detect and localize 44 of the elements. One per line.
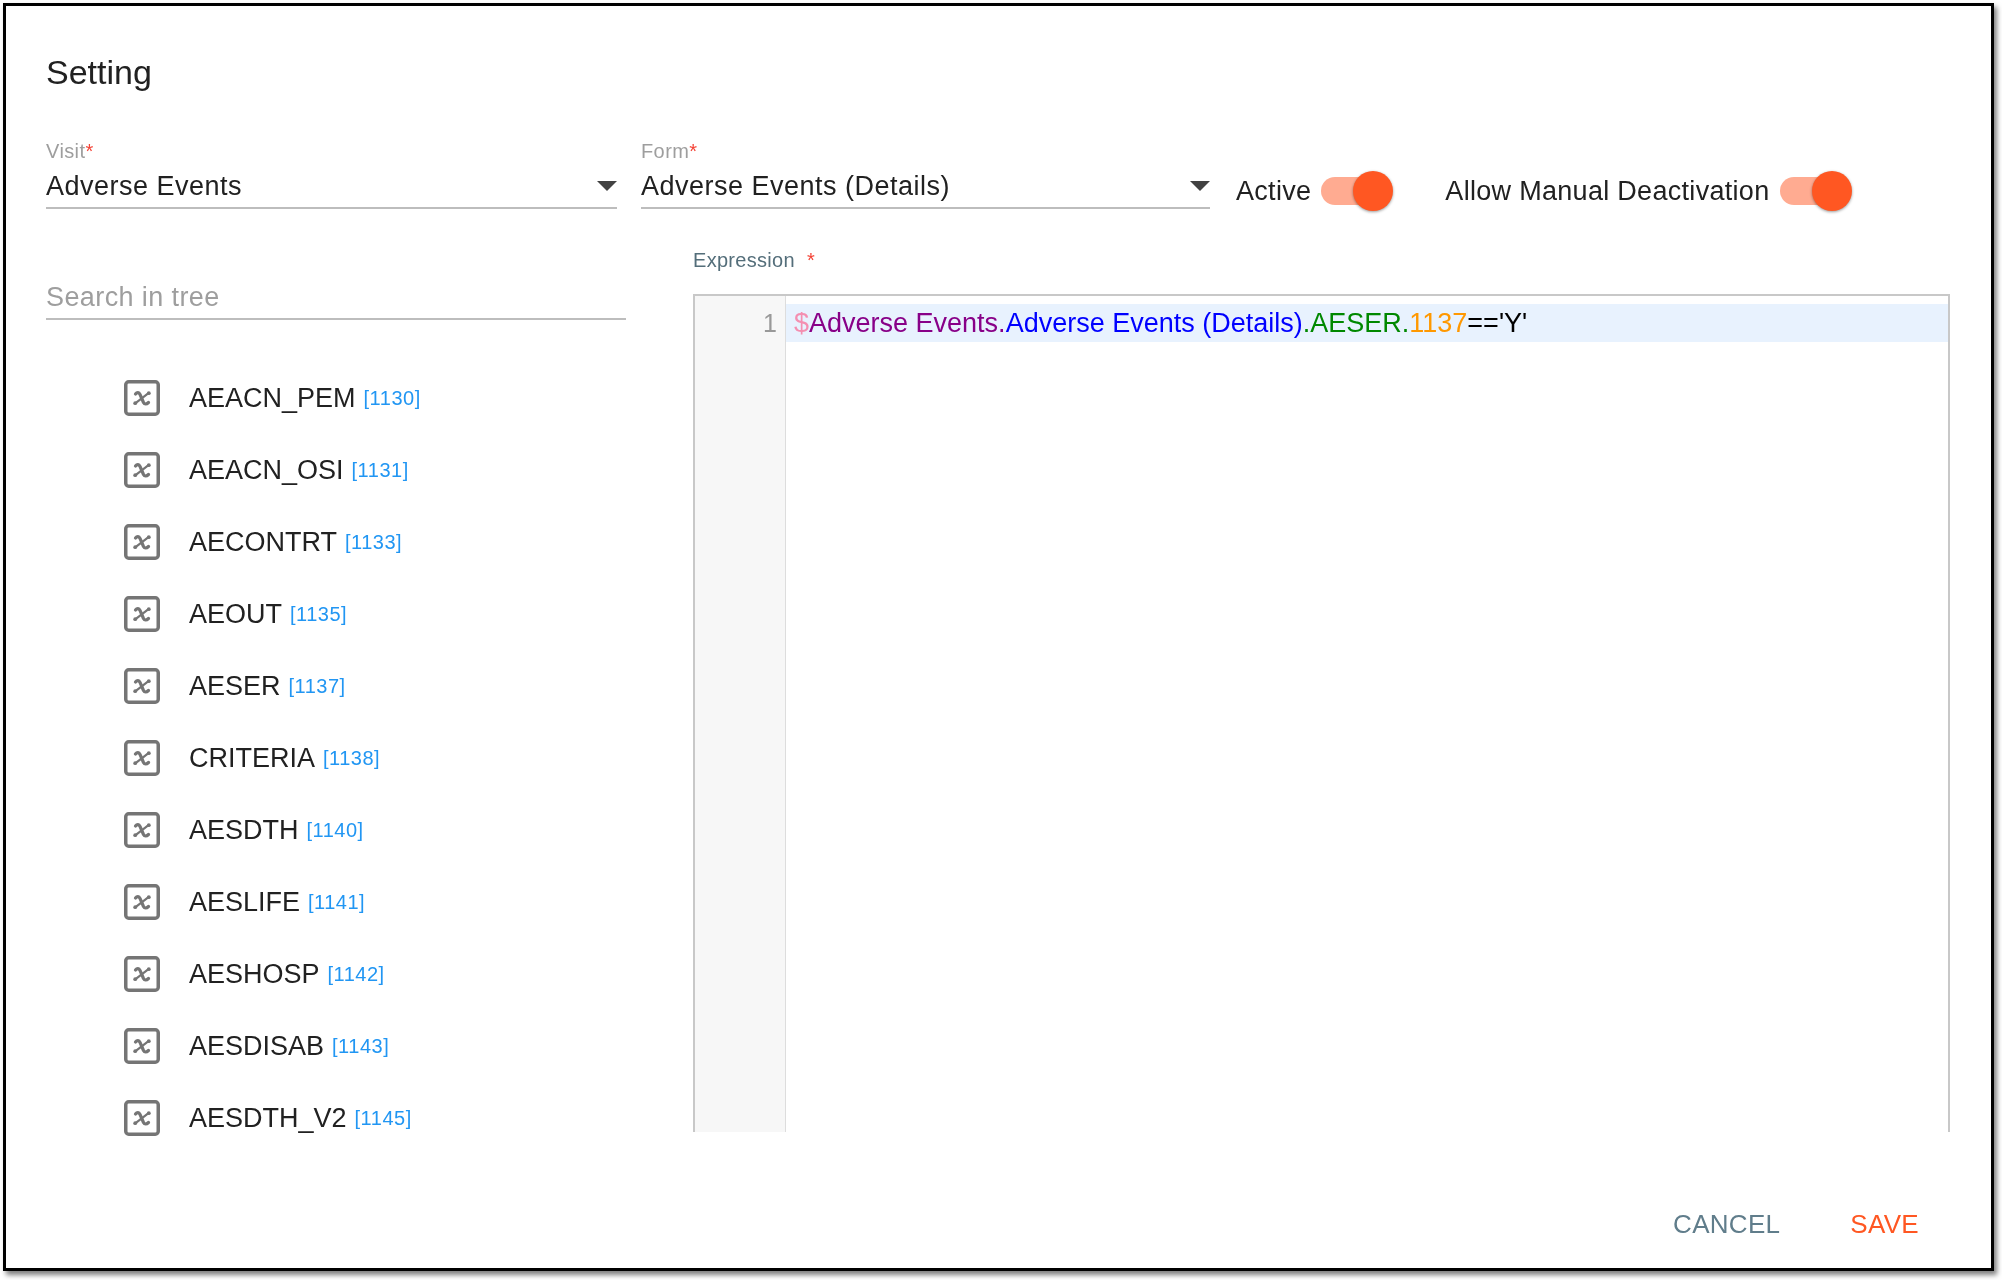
variable-icon	[124, 668, 160, 704]
variable-icon	[124, 740, 160, 776]
tree-item[interactable]: AESDISAB [1143]	[46, 1010, 626, 1082]
code-token: Adverse Events (Details)	[1005, 308, 1303, 338]
code-token: .AESER.	[1302, 308, 1410, 338]
tree-item[interactable]: CRITERIA [1138]	[46, 722, 626, 794]
tree-item[interactable]: AESDTH_V2 [1145]	[46, 1082, 626, 1154]
code-token: $	[794, 308, 810, 338]
tree-item[interactable]: AECONTRT [1133]	[46, 506, 626, 578]
caret-icon[interactable]	[1190, 181, 1210, 191]
toggle-switch[interactable]	[1321, 171, 1394, 211]
toggle-label: Active	[1236, 174, 1312, 208]
field-label: Form*	[641, 139, 699, 163]
variable-icon	[124, 884, 160, 920]
code-token: =='Y'	[1467, 308, 1528, 338]
code-editor[interactable]: 1 $Adverse Events.Adverse Events (Details).AESER.1137=='Y'	[693, 294, 1950, 1132]
search-field[interactable]: Search in tree	[46, 276, 626, 320]
tree-item[interactable]: AEACN_PEM [1130]	[46, 362, 626, 434]
select-field[interactable]: Adverse Events	[46, 165, 617, 209]
code-token: 1137	[1409, 308, 1468, 338]
dialog-title: Setting	[46, 52, 153, 92]
code-token: Adverse Events.	[809, 308, 1006, 338]
tree-item[interactable]: AESLIFE [1141]	[46, 866, 626, 938]
variable-icon	[124, 380, 160, 416]
tree-item[interactable]: AESER [1137]	[46, 650, 626, 722]
tree-item[interactable]: AEOUT [1135]	[46, 578, 626, 650]
select-field[interactable]: Adverse Events (Details)	[641, 165, 1210, 209]
toggle-switch[interactable]	[1779, 171, 1852, 211]
field-label: Expression *	[693, 248, 817, 272]
variable-icon	[124, 812, 160, 848]
variable-icon	[124, 524, 160, 560]
variable-icon	[124, 956, 160, 992]
cancel-button[interactable]: CANCEL	[1657, 1200, 1797, 1248]
tree-item[interactable]: AESHOSP [1142]	[46, 938, 626, 1010]
variable-icon	[124, 596, 160, 632]
variable-icon	[124, 1028, 160, 1064]
tree-item[interactable]: AEACN_OSI [1131]	[46, 434, 626, 506]
tree-item[interactable]: AESDTH [1140]	[46, 794, 626, 866]
field-label: Visit*	[46, 139, 95, 163]
line-number: 1	[762, 308, 778, 339]
variable-icon	[124, 1100, 160, 1136]
caret-icon[interactable]	[597, 181, 617, 191]
toggle-label: Allow Manual Deactivation	[1445, 174, 1770, 208]
variable-icon	[124, 452, 160, 488]
